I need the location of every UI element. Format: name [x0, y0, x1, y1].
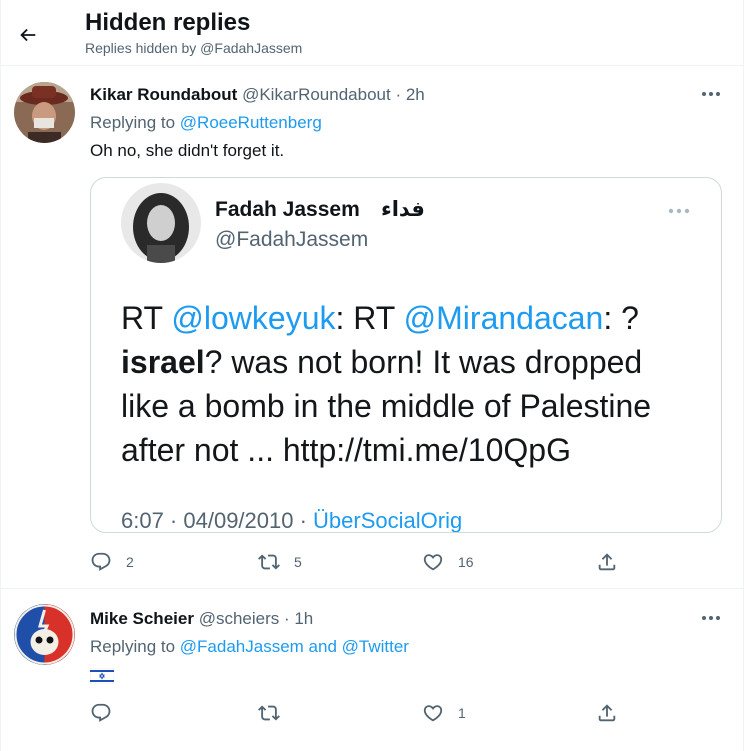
mention-mirandacan: @Mirandacan [403, 300, 604, 336]
more-icon [702, 616, 720, 620]
embedded-arabic-name: فداء [381, 197, 425, 221]
rt-text: RT [121, 300, 172, 336]
back-button[interactable] [11, 18, 45, 52]
replying-to-link[interactable]: @FadahJassem and @Twitter [180, 637, 409, 656]
share-icon [598, 553, 616, 571]
retweet-icon [258, 705, 280, 721]
heart-icon [423, 554, 443, 571]
embedded-tweet-text: RT @lowkeyuk: RT @Mirandacan: ? israel? … [121, 296, 701, 472]
reply-icon [91, 552, 111, 571]
tweet-text: Oh no, she didn't forget it. [90, 141, 285, 160]
retweet-button[interactable]: 5 [258, 550, 302, 574]
arrow-left-icon [20, 28, 36, 42]
retweet-button[interactable] [258, 701, 294, 725]
embedded-url: http://tmi.me/10QpG [282, 432, 571, 468]
embedded-avatar [121, 183, 201, 263]
hidden-replies-page: Hidden replies Replies hidden by @FadahJ… [0, 0, 744, 751]
bold-word: israel [121, 344, 205, 380]
page-header: Hidden replies Replies hidden by @FadahJ… [1, 0, 744, 66]
handle[interactable]: @scheiers [199, 609, 280, 628]
like-count: 16 [458, 554, 474, 570]
page-title: Hidden replies [85, 9, 251, 36]
tweet-author: Kikar Roundabout @KikarRoundabout · 2h [90, 85, 425, 105]
retweet-count: 5 [294, 554, 302, 570]
line2-text: ? was not born! It was dropped [204, 344, 643, 380]
replying-to: Replying to @FadahJassem and @Twitter [90, 637, 409, 657]
embedded-footer: 6:07 · 04/09/2010 · ÜberSocialOrig [121, 508, 463, 533]
israel-flag-icon [89, 667, 115, 685]
share-icon [598, 704, 616, 722]
reply-button[interactable]: 2 [90, 550, 134, 574]
tweet[interactable]: Mike Scheier @scheiers · 1h Replying to … [1, 590, 744, 751]
tweet[interactable]: Kikar Roundabout @KikarRoundabout · 2h R… [1, 66, 744, 589]
like-button[interactable]: 16 [422, 550, 474, 574]
replying-prefix: Replying to [90, 637, 180, 656]
replying-prefix: Replying to [90, 113, 180, 132]
display-name[interactable]: Kikar Roundabout [90, 85, 237, 104]
tweet-actions: 2 5 16 [90, 550, 630, 574]
line3-text: like a bomb in the middle of Palestine [121, 388, 652, 424]
replying-to: Replying to @RoeeRuttenberg [90, 113, 322, 133]
reply-count: 2 [126, 554, 134, 570]
timestamp[interactable]: · 1h [279, 609, 313, 628]
share-button[interactable] [596, 701, 618, 725]
reply-icon [91, 703, 111, 722]
more-options-button[interactable] [699, 608, 723, 628]
embedded-display-name: Fadah Jassem [215, 198, 360, 221]
reply-button[interactable] [90, 701, 126, 725]
replying-to-link[interactable]: @RoeeRuttenberg [180, 113, 322, 132]
line4-text: after not ... [121, 432, 283, 468]
embedded-more-icon [667, 202, 691, 216]
like-count: 1 [458, 705, 466, 721]
timestamp[interactable]: · 2h [391, 85, 424, 104]
like-button[interactable]: 1 [422, 701, 466, 725]
embedded-source: ÜberSocialOrig [313, 508, 463, 533]
more-options-button[interactable] [699, 84, 723, 104]
display-name[interactable]: Mike Scheier [90, 609, 194, 628]
embedded-time: 6:07 · 04/09/2010 · [121, 508, 314, 533]
mention-lowkeyuk: @lowkeyuk [171, 300, 336, 336]
avatar[interactable] [14, 604, 75, 665]
rt-text: : ? [603, 300, 639, 336]
embedded-image-card[interactable]: Fadah Jassem فداء @FadahJassem RT @lowke… [90, 177, 722, 533]
retweet-icon [258, 554, 280, 570]
handle[interactable]: @KikarRoundabout [242, 85, 391, 104]
embedded-handle: @FadahJassem [215, 228, 369, 251]
heart-icon [423, 705, 443, 722]
share-button[interactable] [596, 550, 618, 574]
tweet-actions: 1 [90, 701, 630, 725]
page-subtitle: Replies hidden by @FadahJassem [85, 40, 303, 56]
avatar[interactable] [14, 82, 75, 143]
rt-text: : RT [335, 300, 404, 336]
tweet-author: Mike Scheier @scheiers · 1h [90, 609, 313, 629]
more-icon [702, 92, 720, 96]
